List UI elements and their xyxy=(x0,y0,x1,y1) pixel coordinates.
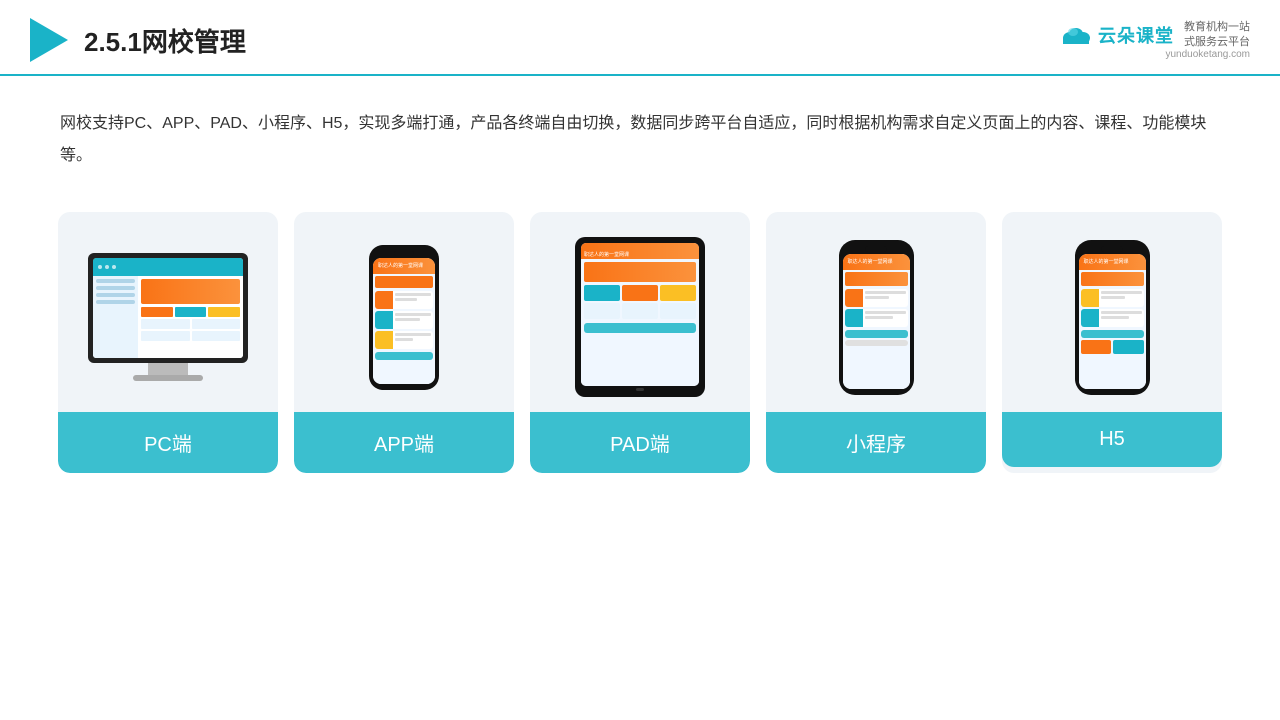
page-title: 2.5.1网校管理 xyxy=(84,22,246,59)
logo-text: 云朵课堂 xyxy=(1098,22,1174,48)
card-app-image: 职达人的第一堂网课 xyxy=(294,212,514,412)
card-pc[interactable]: PC端 xyxy=(58,212,278,473)
logo-tagline: 教育机构一站式服务云平台 xyxy=(1184,20,1250,49)
card-app[interactable]: 职达人的第一堂网课 xyxy=(294,212,514,473)
card-pad[interactable]: 职达人的第一堂网课 xyxy=(530,212,750,473)
card-miniapp[interactable]: 职达人的第一堂网课 xyxy=(766,212,986,473)
card-h5-image: 职达人的第一堂网课 xyxy=(1002,212,1222,412)
play-icon xyxy=(30,18,68,62)
description-paragraph: 网校支持PC、APP、PAD、小程序、H5，实现多端打通，产品各终端自由切换，数… xyxy=(60,108,1220,172)
app-phone-mockup: 职达人的第一堂网课 xyxy=(369,245,439,390)
card-pc-label: PC端 xyxy=(58,412,278,473)
card-h5-label: H5 xyxy=(1002,412,1222,467)
logo-url: yunduoketang.com xyxy=(1165,49,1250,60)
card-pad-image: 职达人的第一堂网课 xyxy=(530,212,750,412)
description-text: 网校支持PC、APP、PAD、小程序、H5，实现多端打通，产品各终端自由切换，数… xyxy=(0,76,1280,192)
cards-section: PC端 职达人的第一堂网课 xyxy=(0,192,1280,493)
pc-mockup xyxy=(88,253,248,381)
h5-phone-mockup: 职达人的第一堂网课 xyxy=(1075,240,1150,395)
header: 2.5.1网校管理 云朵课堂 教育机构一站式服务云平台 yunduoketang… xyxy=(0,0,1280,76)
card-app-label: APP端 xyxy=(294,412,514,473)
logo-area: 云朵课堂 教育机构一站式服务云平台 yunduoketang.com xyxy=(1060,20,1250,60)
card-miniapp-label: 小程序 xyxy=(766,412,986,473)
card-pc-image xyxy=(58,212,278,412)
card-miniapp-image: 职达人的第一堂网课 xyxy=(766,212,986,412)
header-left: 2.5.1网校管理 xyxy=(30,18,246,62)
card-h5[interactable]: 职达人的第一堂网课 xyxy=(1002,212,1222,473)
pad-tablet-mockup: 职达人的第一堂网课 xyxy=(575,237,705,397)
card-pad-label: PAD端 xyxy=(530,412,750,473)
miniapp-phone-mockup: 职达人的第一堂网课 xyxy=(839,240,914,395)
logo-brand: 云朵课堂 教育机构一站式服务云平台 xyxy=(1060,20,1250,49)
cloud-icon xyxy=(1060,24,1092,46)
